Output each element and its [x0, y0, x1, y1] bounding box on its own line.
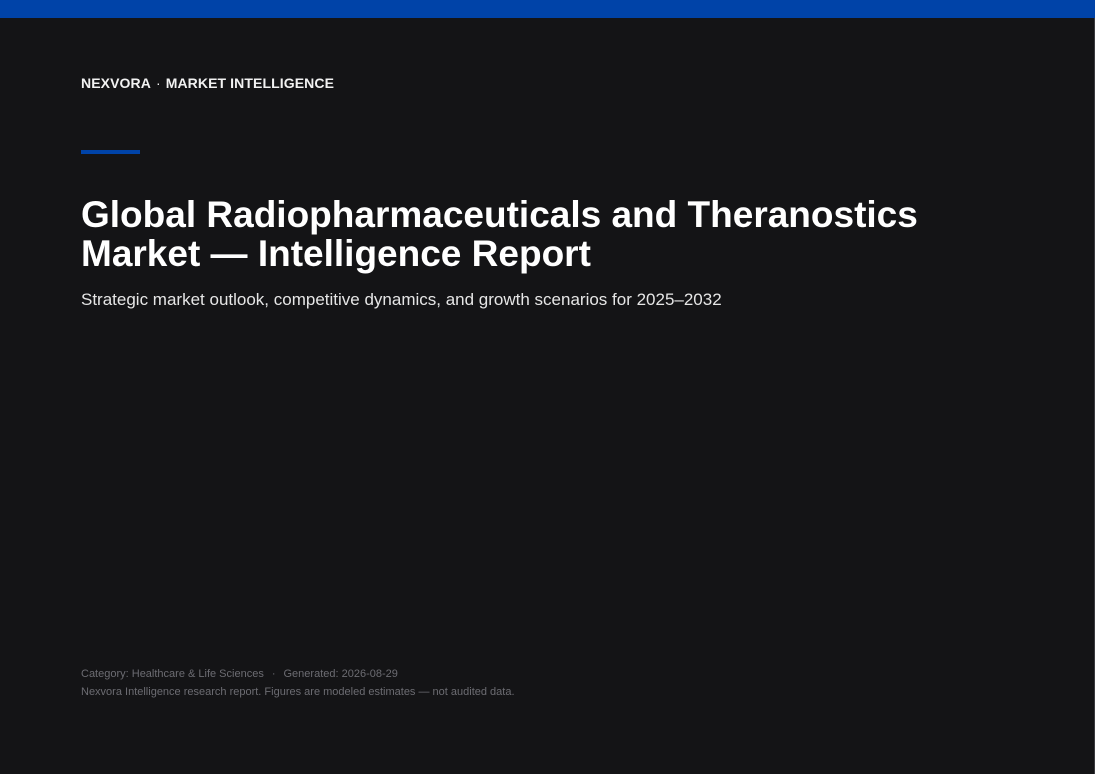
brand-header: NEXVORA · MARKET INTELLIGENCE: [81, 75, 334, 91]
brand-separator: ·: [155, 75, 161, 91]
section-label: MARKET INTELLIGENCE: [165, 75, 335, 91]
disclaimer-text: Nexvora Intelligence research report. Fi…: [81, 686, 515, 698]
top-accent-bar: [0, 0, 1095, 18]
brand-name: NEXVORA: [81, 75, 151, 91]
report-meta: Category: Healthcare & Life Sciences · Gen…: [81, 667, 398, 681]
generated-date: Generated: 2026-08-29: [283, 668, 398, 680]
accent-rule: [81, 150, 140, 154]
report-title: Global Radiopharmaceuticals and Theranos…: [81, 194, 918, 274]
meta-separator: ·: [271, 668, 276, 680]
report-subtitle: Strategic market outlook, competitive dy…: [81, 290, 722, 309]
category-label: Category: Healthcare & Life Sciences: [81, 668, 264, 680]
